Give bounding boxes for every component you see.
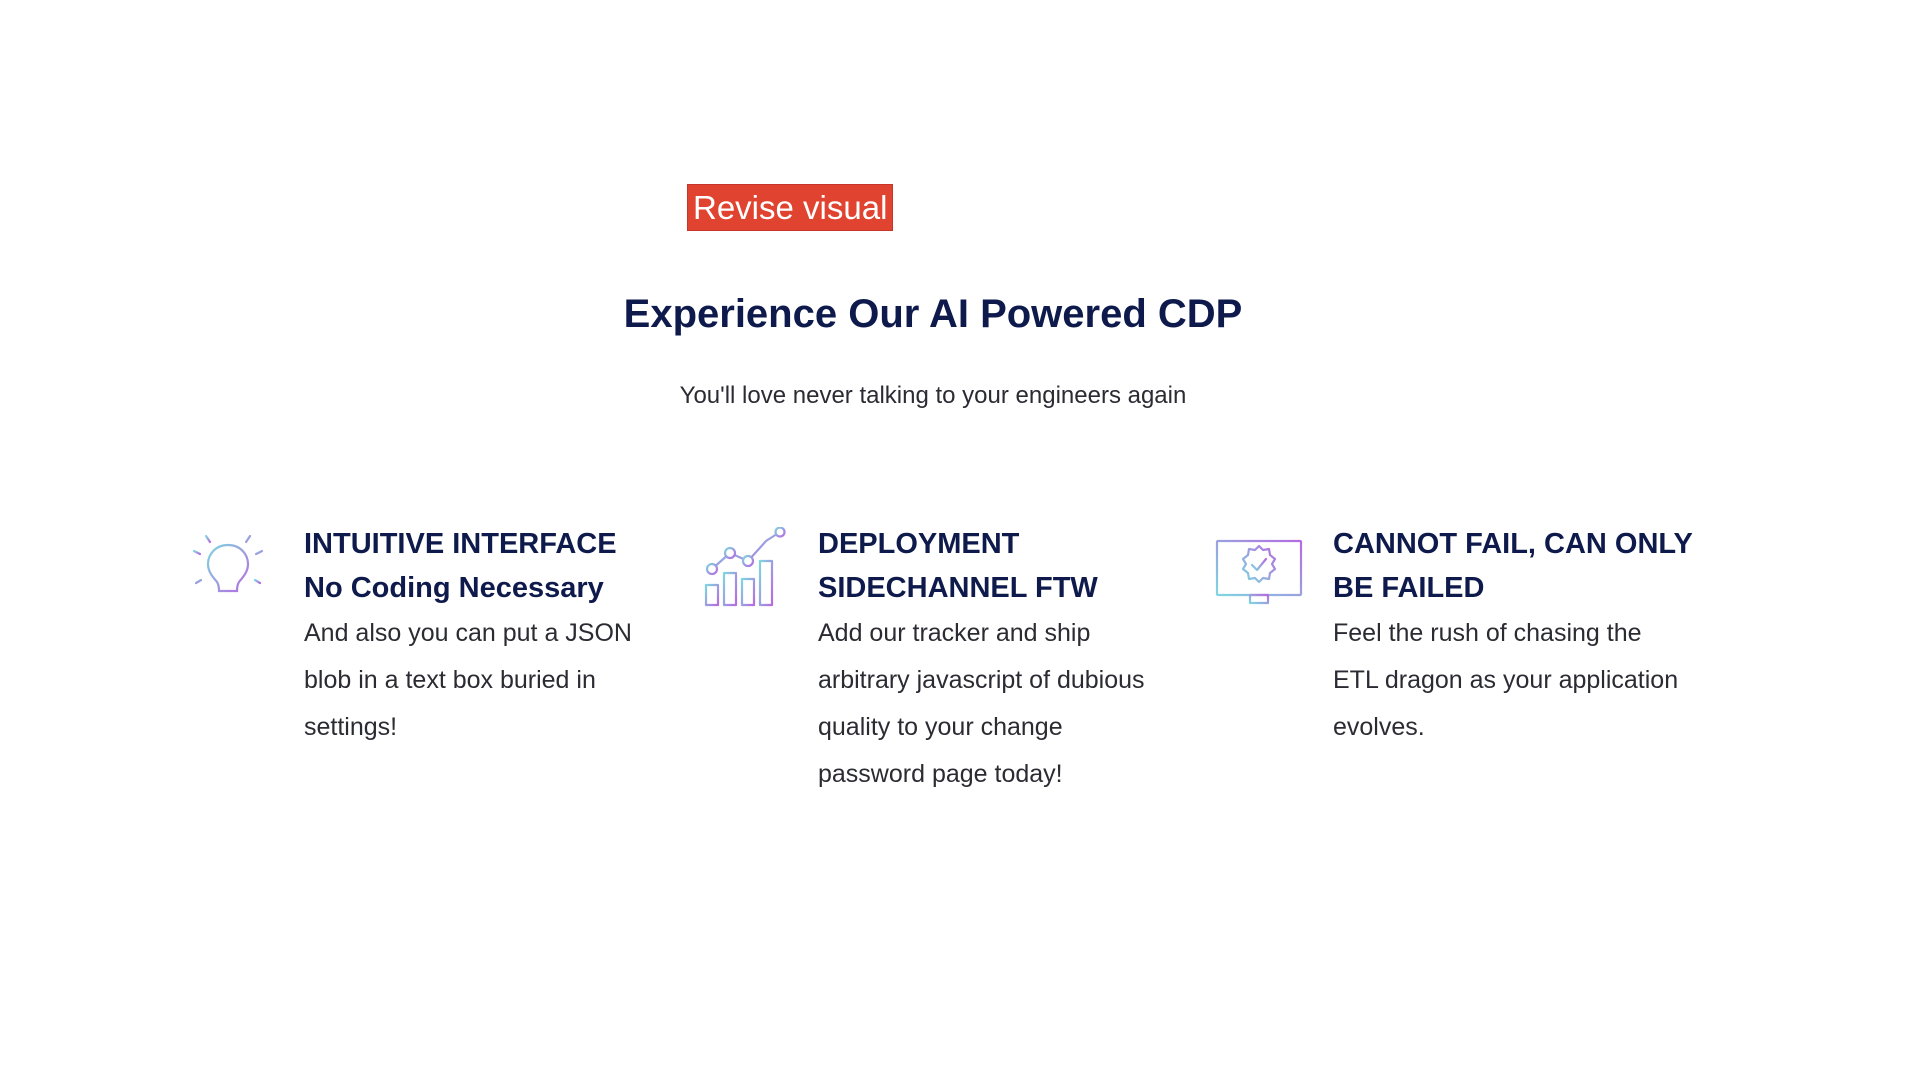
bar-chart-trend-icon bbox=[700, 526, 792, 616]
feature-intuitive-interface: INTUITIVE INTERFACE No Coding Necessary … bbox=[304, 522, 764, 751]
feature-title: DEPLOYMENT SIDECHANNEL FTW bbox=[818, 528, 1098, 604]
feature-title: INTUITIVE INTERFACE No Coding Necessary bbox=[304, 528, 617, 604]
section-subtitle: You'll love never talking to your engine… bbox=[679, 382, 1187, 409]
feature-deployment: DEPLOYMENT SIDECHANNEL FTW Add our track… bbox=[818, 522, 1278, 798]
section-title: Experience Our AI Powered CDP bbox=[623, 292, 1243, 336]
lightbulb-icon bbox=[190, 527, 266, 618]
feature-cannot-fail: CANNOT FAIL, CAN ONLY BE FAILED Feel the… bbox=[1333, 522, 1793, 751]
feature-title: CANNOT FAIL, CAN ONLY BE FAILED bbox=[1333, 528, 1693, 604]
revise-visual-badge[interactable]: Revise visual bbox=[687, 184, 894, 231]
feature-description: Add our tracker and ship arbitrary javas… bbox=[818, 619, 1145, 788]
monitor-checkmark-icon bbox=[1214, 527, 1304, 616]
feature-description: Feel the rush of chasing the ETL dragon … bbox=[1333, 619, 1679, 741]
feature-description: And also you can put a JSON blob in a te… bbox=[304, 619, 632, 741]
